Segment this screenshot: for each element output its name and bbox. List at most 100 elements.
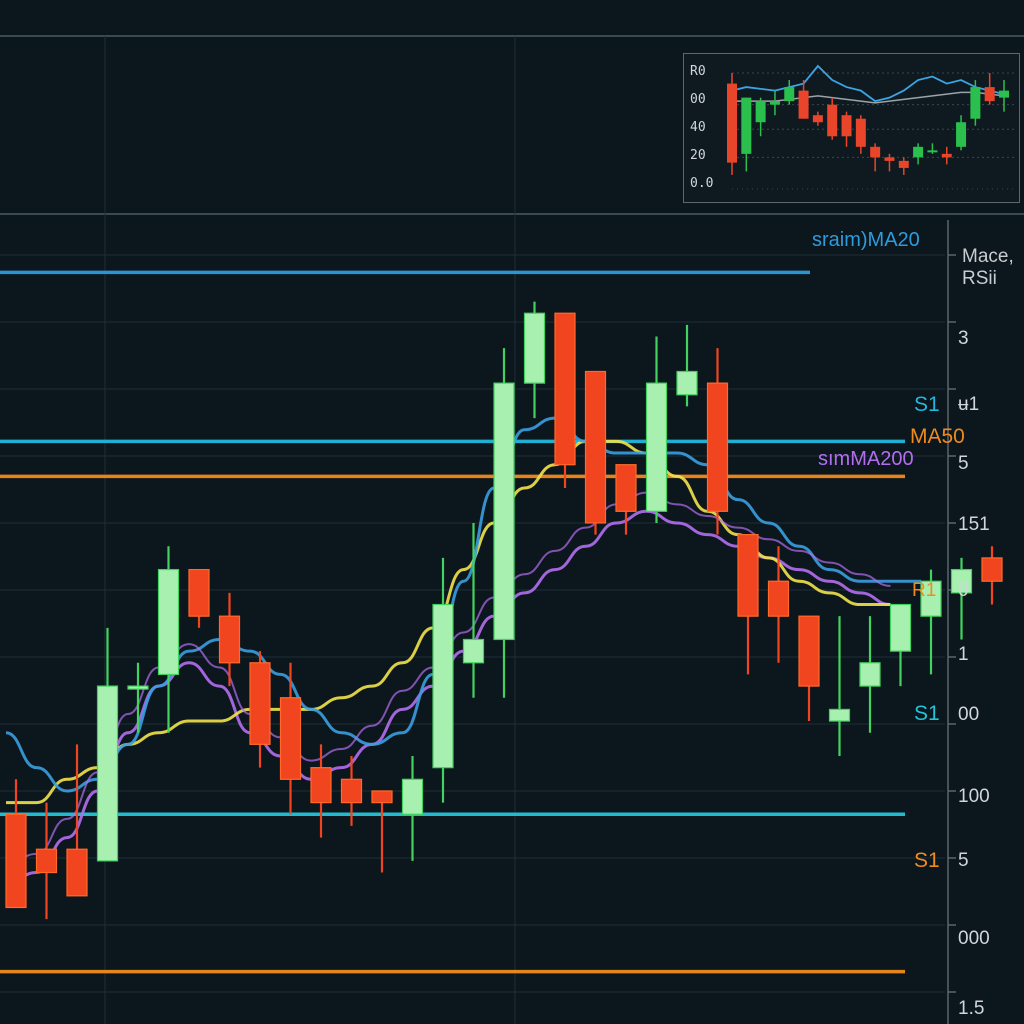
inset-candle-body bbox=[999, 90, 1009, 98]
inset-candle-body bbox=[855, 118, 866, 147]
indicator-legend: Mace, RSii bbox=[962, 246, 1014, 290]
candle-body bbox=[127, 685, 149, 690]
inset-candle-body bbox=[741, 97, 752, 154]
candle-down bbox=[371, 790, 393, 873]
inset-candle-body bbox=[927, 150, 938, 153]
candle-up bbox=[828, 616, 851, 756]
inset-candle-body bbox=[956, 122, 967, 147]
inset-candle-body bbox=[941, 153, 952, 158]
candle-body bbox=[676, 370, 698, 396]
inset-candle-down bbox=[798, 80, 809, 119]
inset-candle-down bbox=[727, 73, 737, 175]
y-axis-label: 3 bbox=[958, 328, 969, 349]
candle-body bbox=[279, 697, 302, 780]
candle-body bbox=[462, 638, 485, 664]
y-axis-label: 1.5 bbox=[958, 998, 985, 1019]
inset-candle-body bbox=[870, 146, 881, 158]
inset-candle-down bbox=[984, 73, 995, 105]
candle-body bbox=[706, 382, 729, 512]
candle-body bbox=[798, 615, 820, 687]
ma200-label: sımMA200 bbox=[818, 448, 914, 470]
candle-up bbox=[645, 336, 668, 523]
inset-minichart: R0 00 40 20 0.0 bbox=[683, 53, 1020, 203]
inset-candle-down bbox=[812, 111, 823, 126]
inset-y-label: 40 bbox=[690, 120, 706, 135]
candle-body bbox=[66, 848, 88, 897]
y-axis-label: 0 bbox=[958, 580, 969, 601]
inset-y-label: 0.0 bbox=[690, 176, 714, 191]
candle-body bbox=[218, 615, 241, 664]
candle-body bbox=[767, 580, 790, 617]
candle-down bbox=[584, 370, 607, 535]
inset-candle-up bbox=[741, 97, 752, 172]
candle-body bbox=[340, 778, 363, 804]
candle-body bbox=[249, 662, 271, 745]
inset-candle-body bbox=[913, 146, 924, 158]
inset-candle-body bbox=[769, 101, 780, 105]
candle-down bbox=[249, 651, 271, 768]
candle-body bbox=[584, 370, 607, 524]
candle-body bbox=[523, 312, 546, 384]
candles bbox=[5, 301, 1003, 920]
candle-body bbox=[828, 708, 851, 722]
inset-candle-up bbox=[784, 80, 795, 105]
candle-down bbox=[35, 802, 58, 920]
candle-down bbox=[798, 615, 820, 722]
candle-body bbox=[157, 568, 180, 676]
candle-body bbox=[96, 685, 119, 862]
y-axis-label: 151 bbox=[958, 514, 990, 535]
inset-candle-down bbox=[898, 157, 909, 175]
legend-line-1: Mace, bbox=[962, 246, 1014, 267]
candle-down bbox=[554, 312, 576, 488]
inset-chart-svg bbox=[727, 64, 1014, 190]
inset-candle-body bbox=[898, 160, 909, 168]
y-axis-label: 1 bbox=[958, 644, 969, 665]
candle-body bbox=[35, 848, 58, 874]
candle-down bbox=[5, 779, 27, 909]
candle-up bbox=[676, 324, 698, 407]
s1-level-label: S1 bbox=[914, 849, 940, 872]
inset-candle-down bbox=[870, 143, 881, 172]
chart-screen: R0 00 40 20 0.0 Mace, RSii sraim)MA20 S1… bbox=[0, 0, 1024, 1024]
y-axis-label: 5 bbox=[958, 850, 969, 871]
inset-candle-body bbox=[970, 87, 981, 119]
legend-line-2: RSii bbox=[962, 268, 997, 289]
ma20-level-label: sraim)MA20 bbox=[812, 229, 920, 251]
candle-up bbox=[401, 756, 424, 861]
candle-down bbox=[188, 568, 210, 628]
inset-candle-body bbox=[841, 115, 852, 137]
candle-down bbox=[310, 744, 332, 838]
candle-down bbox=[706, 348, 729, 535]
inset-y-label: 00 bbox=[690, 92, 706, 107]
candle-down bbox=[279, 662, 302, 815]
inset-candle-up bbox=[999, 80, 1009, 112]
inset-candle-body bbox=[827, 104, 838, 137]
inset-candle-body bbox=[884, 157, 895, 161]
inset-y-label: R0 bbox=[690, 64, 706, 79]
inset-candle-up bbox=[927, 143, 938, 154]
candle-body bbox=[645, 382, 668, 512]
inset-blue-line bbox=[731, 64, 1005, 103]
candle-up bbox=[127, 662, 149, 733]
y-axis-label: 00 bbox=[958, 704, 980, 725]
candle-down bbox=[218, 592, 241, 687]
candle-body bbox=[615, 464, 637, 512]
candle-body bbox=[310, 767, 332, 804]
s1-level-label: S1 bbox=[914, 393, 940, 416]
y-axis-label: 000 bbox=[958, 928, 990, 949]
inset-candle-down bbox=[841, 111, 852, 147]
inset-candle-up bbox=[970, 80, 981, 126]
ma50-level-label: MA50 bbox=[910, 425, 965, 448]
r1-label: R1 bbox=[912, 580, 937, 601]
candle-body bbox=[493, 382, 515, 641]
y-axis-label: 100 bbox=[958, 786, 990, 807]
inset-candle-up bbox=[755, 97, 766, 137]
y-axis-label: 5 bbox=[958, 453, 969, 474]
candle-body bbox=[371, 790, 393, 804]
candle-up bbox=[859, 616, 881, 733]
candle-body bbox=[737, 534, 759, 617]
candle-up bbox=[523, 301, 546, 419]
s1-level-label: S1 bbox=[914, 702, 940, 725]
candle-down bbox=[737, 534, 759, 675]
inset-candle-body bbox=[755, 101, 766, 123]
